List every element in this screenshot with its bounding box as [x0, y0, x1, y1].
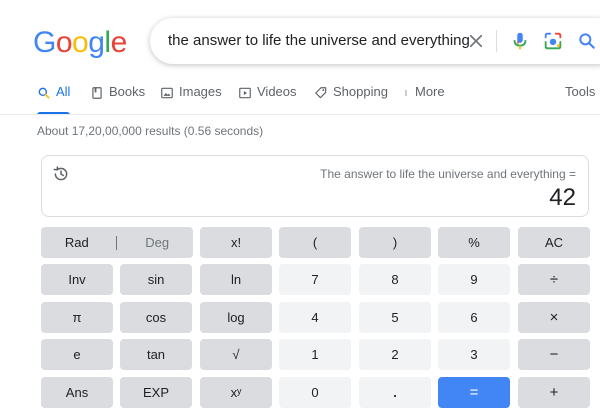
minus-key[interactable]: − [518, 339, 590, 370]
rad-deg-toggle[interactable]: Rad Deg [41, 227, 193, 258]
percent-key[interactable]: % [438, 227, 510, 258]
more-vert-icon [405, 90, 407, 96]
power-key[interactable]: xʸ [200, 377, 272, 408]
camera-search-icon[interactable] [542, 30, 564, 52]
logo-letter: e [110, 26, 128, 59]
search-input[interactable]: the answer to life the universe and ever… [168, 32, 470, 49]
inverse-key[interactable]: Inv [41, 264, 113, 295]
digit-9-key[interactable]: 9 [438, 264, 510, 295]
tab-shopping[interactable]: Shopping [314, 84, 388, 114]
logo-letter: G [33, 26, 56, 59]
search-icon [38, 87, 50, 99]
euler-key[interactable]: e [41, 339, 113, 370]
tabs-divider [0, 114, 600, 115]
tab-label: Videos [257, 84, 297, 99]
equals-key[interactable]: = [438, 377, 510, 408]
cos-key[interactable]: cos [120, 302, 192, 333]
tab-label: All [56, 84, 71, 99]
google-logo[interactable]: Google [33, 26, 127, 60]
microphone-icon[interactable] [509, 30, 531, 52]
tab-label: Shopping [333, 84, 388, 99]
logo-letter: o [55, 26, 73, 59]
tab-label: Images [179, 84, 222, 99]
tab-label: Tools [565, 84, 596, 99]
tab-all[interactable]: All [37, 84, 71, 115]
tab-videos[interactable]: Videos [238, 84, 297, 114]
search-icon[interactable] [577, 31, 597, 51]
tab-more[interactable]: More [402, 84, 445, 114]
digit-5-key[interactable]: 5 [359, 302, 431, 333]
image-icon [161, 87, 173, 99]
book-icon [92, 87, 102, 99]
tab-label: Books [109, 84, 146, 99]
factorial-key[interactable]: x! [200, 227, 272, 258]
tan-key[interactable]: tan [120, 339, 192, 370]
multiply-key[interactable]: × [518, 302, 590, 333]
rad-deg-separator [116, 235, 118, 250]
sqrt-key[interactable]: √ [200, 339, 272, 370]
digit-0-key[interactable]: 0 [279, 377, 351, 408]
rad-button[interactable]: Rad [65, 235, 89, 250]
answer-key[interactable]: Ans [41, 377, 113, 408]
tools-button[interactable]: Tools [565, 84, 595, 114]
search-divider [496, 30, 497, 52]
exp-key[interactable]: EXP [120, 377, 192, 408]
logo-letter: o [72, 26, 89, 59]
tab-label: More [415, 84, 445, 99]
digit-3-key[interactable]: 3 [438, 339, 510, 370]
clear-icon[interactable] [467, 32, 485, 50]
tab-images[interactable]: Images [160, 84, 222, 114]
history-icon[interactable] [52, 165, 70, 183]
sin-key[interactable]: sin [120, 264, 192, 295]
digit-7-key[interactable]: 7 [279, 264, 351, 295]
search-box[interactable]: the answer to life the universe and ever… [150, 18, 600, 64]
calculator-display: The answer to life the universe and ever… [41, 155, 589, 217]
plus-key[interactable]: + [518, 377, 590, 408]
open-paren-key[interactable]: ( [279, 227, 351, 258]
play-icon [239, 87, 251, 99]
search-tabs: All Books Images Videos Shopping More To… [0, 84, 600, 115]
digit-1-key[interactable]: 1 [279, 339, 351, 370]
calculator-expression: The answer to life the universe and ever… [320, 167, 576, 181]
tab-books[interactable]: Books [90, 84, 145, 114]
digit-8-key[interactable]: 8 [359, 264, 431, 295]
result-stats: About 17,20,00,000 results (0.56 seconds… [37, 124, 264, 138]
pi-key[interactable]: π [41, 302, 113, 333]
digit-4-key[interactable]: 4 [279, 302, 351, 333]
digit-6-key[interactable]: 6 [438, 302, 510, 333]
calculator-result: 42 [549, 184, 576, 211]
divide-key[interactable]: ÷ [518, 264, 590, 295]
decimal-point-key[interactable]: . [359, 377, 431, 408]
log-key[interactable]: log [200, 302, 272, 333]
tag-icon [315, 87, 327, 99]
digit-2-key[interactable]: 2 [359, 339, 431, 370]
ln-key[interactable]: ln [200, 264, 272, 295]
deg-button[interactable]: Deg [145, 235, 169, 250]
logo-letter: g [88, 26, 105, 59]
all-clear-key[interactable]: AC [518, 227, 590, 258]
close-paren-key[interactable]: ) [359, 227, 431, 258]
